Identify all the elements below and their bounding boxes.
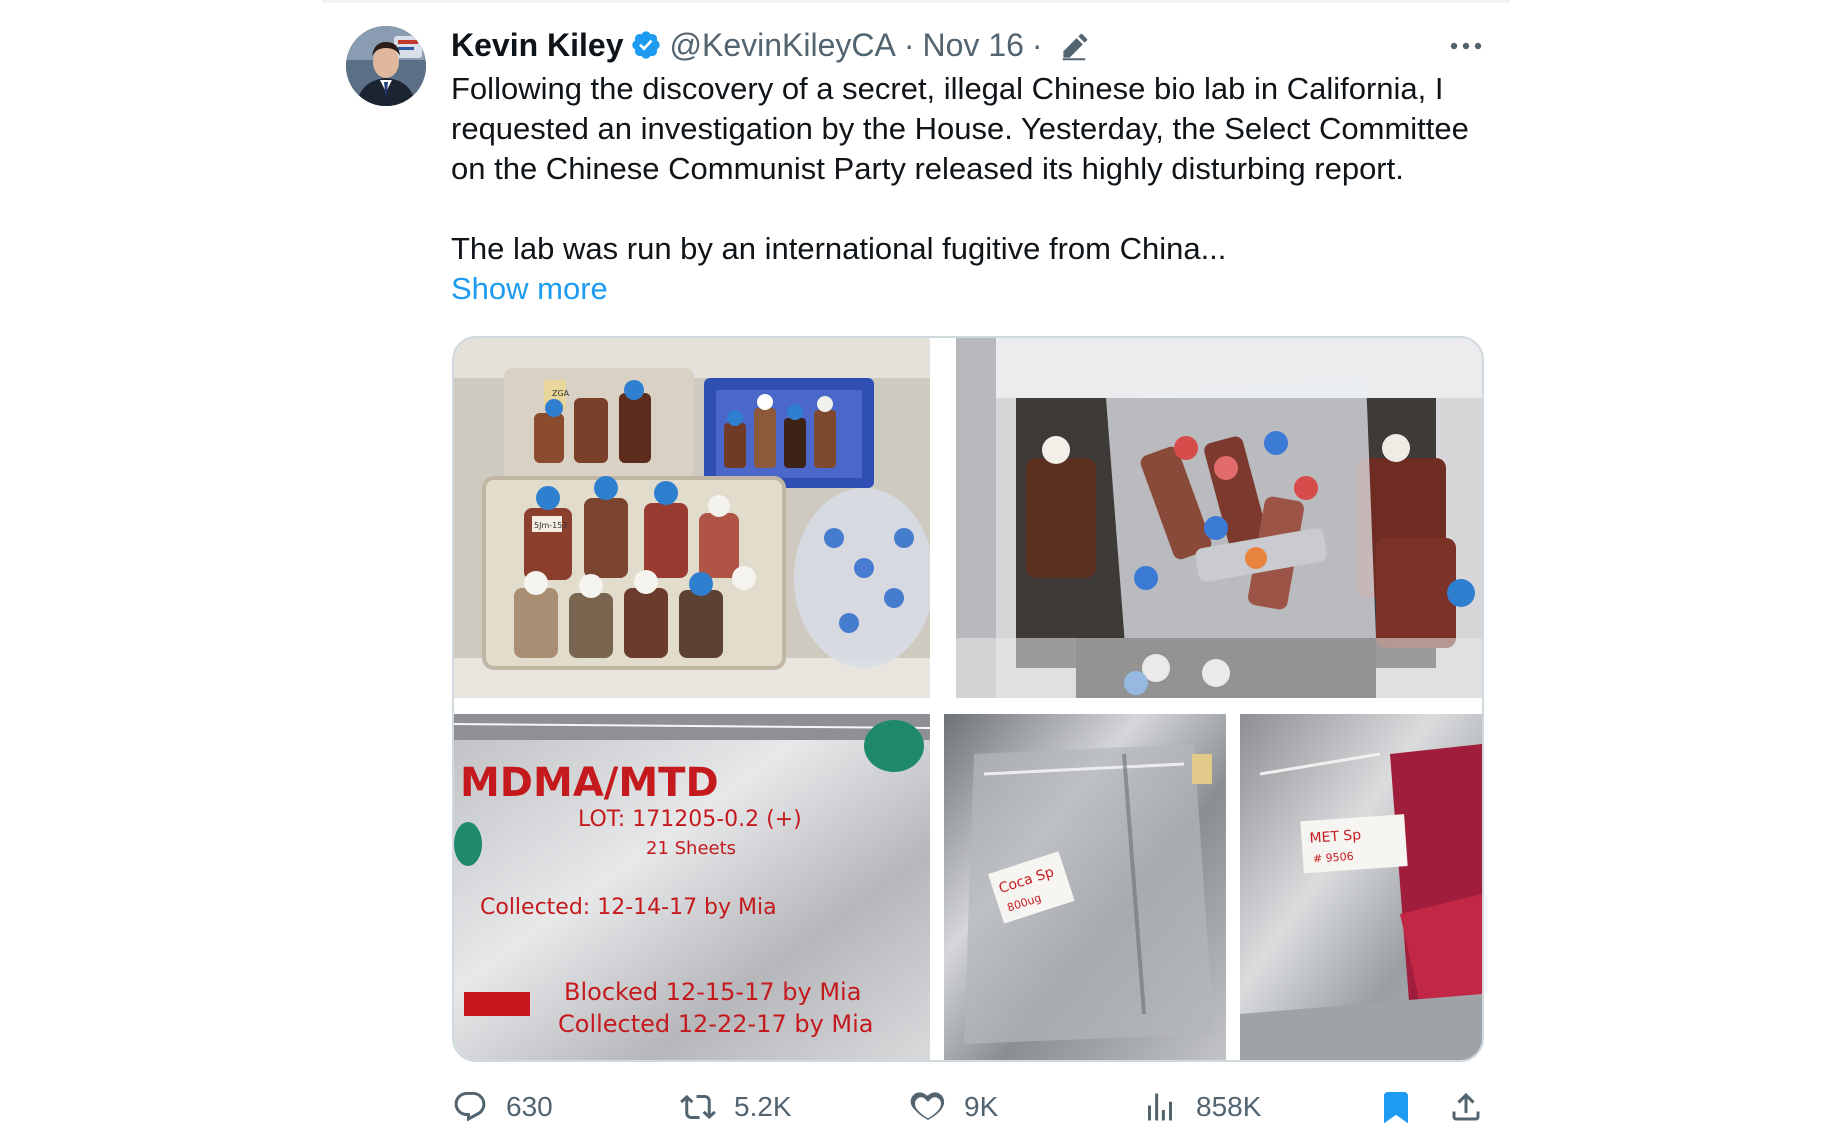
retweet-button[interactable]: 5.2K [680, 1082, 792, 1132]
photo-3-line-5: Blocked 12-15-17 by Mia [564, 978, 861, 1006]
media-grid: ZGA 5Jm-153 MDMA/MTD LOT: 171205-0.2 (+)… [452, 336, 1484, 1062]
bookmark-button[interactable] [1378, 1082, 1414, 1132]
verified-badge-icon[interactable] [630, 29, 662, 61]
photo-1-label-2: 5Jm-153 [534, 521, 567, 530]
heart-icon [910, 1092, 945, 1121]
tweet-date[interactable]: Nov 16 [923, 24, 1024, 66]
bookmark-filled-icon [1384, 1092, 1408, 1124]
photo-1-label-1: ZGA [552, 389, 570, 398]
photo-3-line-6: Collected 12-22-17 by Mia [558, 1010, 874, 1038]
share-upload-icon [1452, 1092, 1480, 1121]
author-name[interactable]: Kevin Kiley [451, 24, 624, 66]
photo-foil-bag-met[interactable]: MET Sp # 9506 [1240, 714, 1482, 1060]
show-more-link[interactable]: Show more [451, 269, 1491, 309]
retweet-icon [680, 1094, 716, 1120]
like-button[interactable]: 9K [910, 1082, 998, 1132]
photo-3-line-3: 21 Sheets [646, 838, 736, 859]
action-bar: 630 5.2K 9K 858K [452, 1082, 1492, 1132]
like-count: 9K [964, 1091, 999, 1122]
photo-3-line-1: MDMA/MTD [460, 760, 719, 806]
photo-3-line-2: LOT: 171205-0.2 (+) [578, 807, 802, 832]
photo-foil-bag-coca[interactable]: Coca Sp 800ug [944, 714, 1226, 1060]
photo-3-line-4: Collected: 12-14-17 by Mia [480, 895, 777, 920]
reply-button[interactable]: 630 [452, 1082, 553, 1132]
separator-dot: · [903, 27, 915, 63]
analytics-bars-icon [1148, 1093, 1172, 1121]
photo-bagged-flasks[interactable] [956, 338, 1482, 698]
reply-bubble-icon [454, 1092, 486, 1122]
tweet-paragraph-1: Following the discovery of a secret, ill… [451, 71, 1469, 186]
photo-foil-bag-mdma[interactable]: MDMA/MTD LOT: 171205-0.2 (+) 21 Sheets C… [454, 714, 930, 1060]
top-divider [322, 0, 1510, 3]
tweet-paragraph-2: The lab was run by an international fugi… [451, 231, 1227, 266]
reply-count: 630 [506, 1091, 553, 1122]
tweet-text: Following the discovery of a secret, ill… [451, 69, 1491, 309]
separator-dot-2: · [1031, 27, 1043, 63]
more-dots-icon [1450, 42, 1482, 50]
author-handle[interactable]: @KevinKileyCA [670, 24, 896, 66]
tweet-header: Kevin Kiley @KevinKileyCA · Nov 16 · [451, 24, 1089, 66]
retweet-count: 5.2K [734, 1091, 792, 1122]
share-button[interactable] [1448, 1082, 1484, 1132]
avatar[interactable] [346, 26, 426, 106]
photo-freezer-bottles[interactable]: ZGA 5Jm-153 [454, 338, 930, 698]
more-options-button[interactable] [1446, 28, 1486, 64]
pencil-edit-icon[interactable] [1059, 30, 1089, 61]
views-button[interactable]: 858K [1142, 1082, 1261, 1132]
views-count: 858K [1196, 1091, 1262, 1122]
